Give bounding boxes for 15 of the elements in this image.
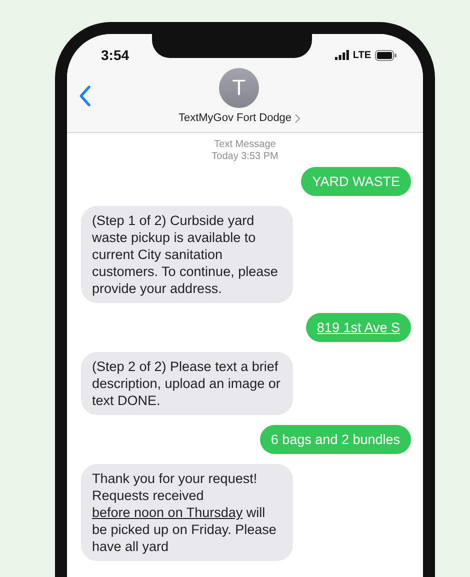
contact-name[interactable]: TextMyGov Fort Dodge [178, 112, 292, 124]
chevron-icon[interactable] [294, 114, 300, 122]
message-timestamp: Today 3:53 PM [212, 151, 278, 163]
battery-icon [375, 50, 397, 60]
sent-message: YARD WASTE [301, 167, 411, 196]
received-message: (Step 1 of 2) Curbside yard waste pickup is available to current City sanitation customers. To continue, please provide your address. [81, 206, 293, 303]
signal-icon [334, 50, 349, 60]
back-icon[interactable] [79, 85, 91, 107]
message-link[interactable]: before noon on Thursday [92, 505, 243, 520]
sent-message: 6 bags and 2 bundles [260, 425, 411, 454]
received-message: Thank you for your request! Requests received before noon on Thursday will be picked up on Friday. Please have all yard [81, 464, 293, 561]
network-label: LTE [352, 50, 371, 60]
service-label: Text Message [214, 139, 276, 151]
received-message: (Step 2 of 2) Please text a brief description, upload an image or text DONE. [81, 352, 293, 415]
status-time: 3:54 [101, 47, 130, 63]
